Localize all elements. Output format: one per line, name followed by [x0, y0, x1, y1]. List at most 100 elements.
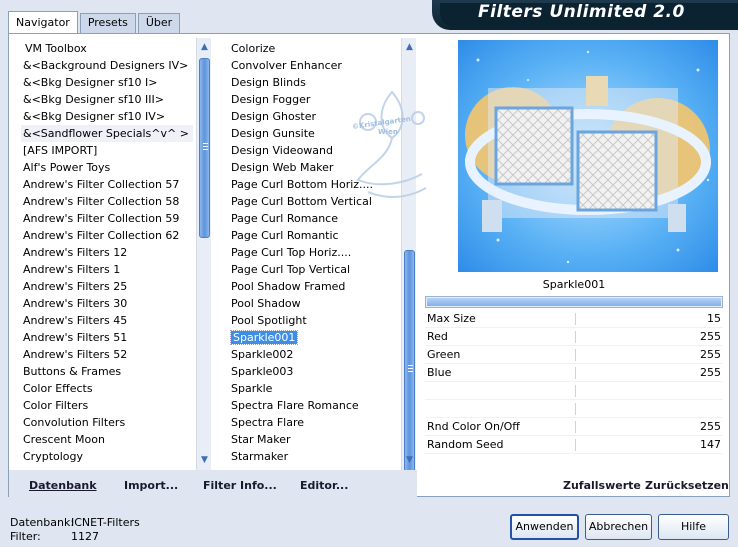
category-item[interactable]: &<Bkg Designer sf10 I>	[21, 74, 195, 91]
category-item[interactable]: Andrew's Filters 52	[21, 346, 195, 363]
filter-item-label: Colorize	[231, 42, 276, 55]
parameter-row[interactable]: Max Size 15	[425, 310, 723, 328]
filter-item-label: Star Maker	[231, 433, 291, 446]
filter-item[interactable]: Spectra Flare Romance	[229, 397, 401, 414]
datenbank-button[interactable]: Datenbank	[29, 479, 97, 492]
filter-item[interactable]: Starmaker	[229, 448, 401, 465]
cancel-button[interactable]: Abbrechen	[585, 514, 652, 540]
category-item[interactable]: &<Bkg Designer sf10 IV>	[21, 108, 195, 125]
category-item[interactable]: [AFS IMPORT]	[21, 142, 195, 159]
filter-item[interactable]: Sparkle003	[229, 363, 401, 380]
filter-item[interactable]: Star Maker	[229, 431, 401, 448]
tab-bar: Navigator Presets Über	[8, 11, 182, 33]
filter-item[interactable]: Sparkle002	[229, 346, 401, 363]
tab-navigator[interactable]: Navigator	[8, 11, 78, 33]
category-item[interactable]: VM Toolbox	[21, 40, 195, 57]
grip-icon	[203, 143, 208, 150]
status-db-value: ICNET-Filters	[71, 516, 140, 529]
category-item[interactable]: Andrew's Filters 45	[21, 312, 195, 329]
parameter-label: Green	[427, 348, 461, 361]
apply-button[interactable]: Anwenden	[510, 514, 579, 540]
filter-item-label: Spectra Flare Romance	[231, 399, 359, 412]
parameter-filter-name: Sparkle001	[425, 275, 723, 295]
parameter-list: Max Size 15 Red 255 Green 255 Blue 255 Rnd Color…	[425, 310, 723, 454]
scroll-up-icon[interactable]: ▲	[197, 40, 212, 55]
category-scrollbar[interactable]: ▲ ▼	[196, 38, 211, 470]
category-item[interactable]: Alf's Power Toys	[21, 159, 195, 176]
help-button[interactable]: Hilfe	[658, 514, 729, 540]
category-item[interactable]: Crescent Moon	[21, 431, 195, 448]
parameter-row[interactable]	[425, 382, 723, 400]
parameter-label: Red	[427, 330, 448, 343]
parameter-row[interactable]: Random Seed 147	[425, 436, 723, 454]
category-item[interactable]: Andrew's Filters 1	[21, 261, 195, 278]
reset-button[interactable]: Zurücksetzen	[645, 479, 729, 492]
category-item[interactable]: Color Effects	[21, 380, 195, 397]
category-item[interactable]: Andrew's Filter Collection 62	[21, 227, 195, 244]
random-values-button[interactable]: Zufallswerte	[563, 479, 641, 492]
parameter-tick	[575, 421, 576, 433]
tab-about[interactable]: Über	[137, 13, 181, 33]
parameter-row[interactable]	[425, 400, 723, 418]
category-item[interactable]: Andrew's Filters 30	[21, 295, 195, 312]
filter-item-label: Design Videowand	[231, 144, 333, 157]
filter-item[interactable]: Page Curl Romantic	[229, 227, 401, 244]
category-item[interactable]: Andrew's Filter Collection 57	[21, 176, 195, 193]
category-item[interactable]: Andrew's Filters 25	[21, 278, 195, 295]
category-item[interactable]: Andrew's Filters 12	[21, 244, 195, 261]
filter-item[interactable]: Page Curl Romance	[229, 210, 401, 227]
parameter-tick	[575, 385, 576, 397]
parameter-row[interactable]: Red 255	[425, 328, 723, 346]
filter-item[interactable]: Pool Shadow Framed	[229, 278, 401, 295]
filter-item-label: Page Curl Top Horiz....	[231, 246, 352, 259]
parameter-tick	[575, 313, 576, 325]
status-filter-label: Filter:	[10, 530, 41, 543]
category-list[interactable]: VM Toolbox &<Background Designers IV> &<Bk…	[21, 40, 195, 468]
filter-item[interactable]: Sparkle	[229, 380, 401, 397]
filter-item-label: Convolver Enhancer	[231, 59, 342, 72]
scroll-down-icon[interactable]: ▼	[402, 453, 417, 468]
parameter-value: 147	[700, 438, 721, 451]
filter-item[interactable]: Sparkle001	[229, 329, 401, 346]
filter-item-label: Pool Shadow	[231, 297, 301, 310]
filter-item-label: Sparkle002	[231, 348, 294, 361]
scroll-down-icon[interactable]: ▼	[197, 453, 212, 468]
filter-item[interactable]: Page Curl Top Vertical	[229, 261, 401, 278]
parameter-value: 255	[700, 330, 721, 343]
tab-presets[interactable]: Presets	[79, 13, 136, 33]
scroll-up-icon[interactable]: ▲	[402, 40, 417, 55]
parameter-row[interactable]: Green 255	[425, 346, 723, 364]
category-item[interactable]: Cryptology	[21, 448, 195, 465]
filter-item-label: Design Gunsite	[231, 127, 315, 140]
filter-item-label: Design Web Maker	[231, 161, 334, 174]
parameter-value: 255	[700, 420, 721, 433]
import-button[interactable]: Import...	[124, 479, 178, 492]
category-item[interactable]: Andrew's Filter Collection 58	[21, 193, 195, 210]
editor-button[interactable]: Editor...	[300, 479, 348, 492]
filter-info-button[interactable]: Filter Info...	[203, 479, 277, 492]
filter-item-label: Design Fogger	[231, 93, 311, 106]
parameter-row[interactable]: Rnd Color On/Off 255	[425, 418, 723, 436]
parameter-tick	[575, 367, 576, 379]
category-item[interactable]: &<Background Designers IV>	[21, 57, 195, 74]
category-item[interactable]: Andrew's Filter Collection 59	[21, 210, 195, 227]
filter-item[interactable]: Pool Shadow	[229, 295, 401, 312]
preview-image	[458, 40, 718, 272]
category-item[interactable]: &<Bkg Designer sf10 III>	[21, 91, 195, 108]
parameter-row[interactable]: Blue 255	[425, 364, 723, 382]
filter-item[interactable]: Convolver Enhancer	[229, 57, 401, 74]
filter-item[interactable]: Spectra Flare	[229, 414, 401, 431]
filter-item[interactable]: Page Curl Top Horiz....	[229, 244, 401, 261]
filter-item[interactable]: Colorize	[229, 40, 401, 57]
parameter-slider[interactable]	[425, 296, 723, 308]
category-item[interactable]: Andrew's Filters 51	[21, 329, 195, 346]
category-item[interactable]: Color Filters	[21, 397, 195, 414]
filter-item[interactable]: Pool Spotlight	[229, 312, 401, 329]
category-scroll-thumb[interactable]	[199, 58, 210, 238]
filter-item-label: Starmaker	[231, 450, 289, 463]
category-item[interactable]: &<Sandflower Specials^v^ >	[21, 125, 193, 142]
category-item[interactable]: Buttons & Frames	[21, 363, 195, 380]
parameter-value: 15	[707, 312, 721, 325]
category-item[interactable]: Convolution Filters	[21, 414, 195, 431]
filter-item-label: Spectra Flare	[231, 416, 305, 429]
